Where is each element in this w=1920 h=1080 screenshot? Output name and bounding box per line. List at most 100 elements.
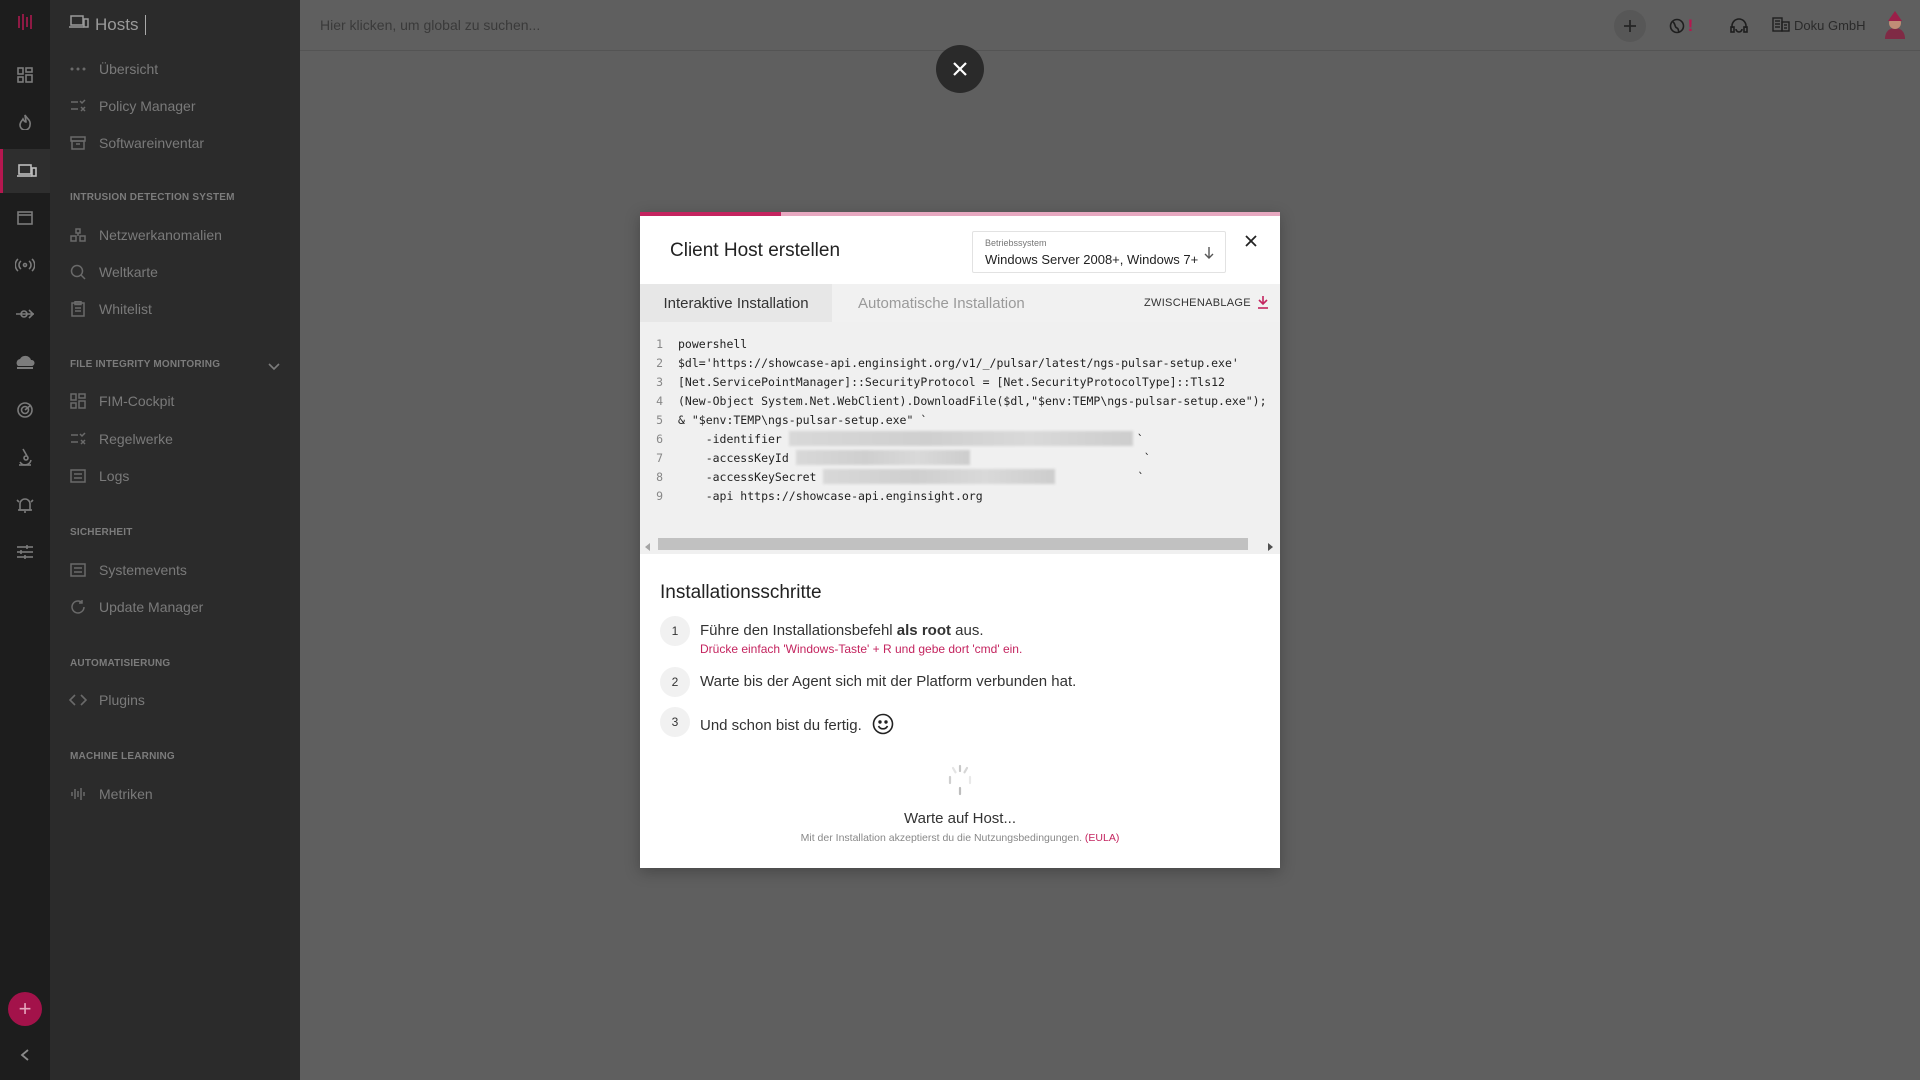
copy-to-clipboard-button[interactable]: ZWISCHENABLAGE	[1144, 284, 1269, 322]
icon-rail: +	[0, 0, 50, 1080]
log-icon	[69, 561, 87, 579]
install-command-code[interactable]: 1 powershell 2 $dl='https://showcase-api.e…	[640, 322, 1280, 554]
radar-icon[interactable]	[0, 388, 50, 432]
add-fab-button[interactable]: +	[8, 992, 42, 1026]
code-line: 6 -identifier `	[656, 431, 1144, 446]
sidebar-item-softwareinventar[interactable]: Softwareinventar	[69, 131, 204, 155]
sidebar-item-label: Whitelist	[99, 301, 152, 317]
overlay-close-button[interactable]	[936, 45, 984, 93]
clipboard-label: ZWISCHENABLAGE	[1144, 297, 1251, 309]
sidebar: Hosts Übersicht Policy Manager Softwarei…	[50, 0, 300, 1080]
dashboard-icon[interactable]	[0, 53, 50, 97]
globe-search-icon	[69, 263, 87, 281]
scrollbar-thumb[interactable]	[658, 538, 1248, 550]
steps-title: Installationsschritte	[660, 582, 822, 603]
sidebar-item-whitelist[interactable]: Whitelist	[69, 297, 152, 321]
client-host-modal: Client Host erstellen Betriebssystem Win…	[640, 212, 1280, 868]
scroll-right-icon[interactable]	[1268, 538, 1278, 551]
network-icon	[69, 226, 87, 244]
collapse-sidebar-icon[interactable]	[0, 1040, 50, 1070]
code-line: 1 powershell	[656, 336, 748, 351]
cloud-shield-icon[interactable]	[0, 340, 50, 384]
dots-icon	[69, 60, 87, 78]
section-title-sicherheit: SICHERHEIT	[70, 527, 133, 538]
sidebar-item-weltkarte[interactable]: Weltkarte	[69, 260, 158, 284]
code-line: 7 -accessKeyId `	[656, 450, 1151, 465]
modal-title: Client Host erstellen	[670, 240, 841, 261]
sidebar-item-label: Systemevents	[99, 562, 187, 578]
sidebar-item-label: Netzwerkanomalien	[99, 227, 222, 243]
sidebar-item-update-manager[interactable]: Update Manager	[69, 595, 203, 619]
section-title-machine-learning: MACHINE LEARNING	[70, 751, 175, 762]
sidebar-item-regelwerke[interactable]: Regelwerke	[69, 427, 173, 451]
support-headset-icon[interactable]	[1727, 14, 1751, 38]
sidebar-item-netzwerkanomalien[interactable]: Netzwerkanomalien	[69, 223, 222, 247]
sidebar-item-logs[interactable]: Logs	[69, 464, 129, 488]
global-search-input[interactable]: Hier klicken, um global zu suchen...	[320, 17, 540, 33]
alarm-bell-icon[interactable]	[0, 483, 50, 527]
sidebar-item-fim-cockpit[interactable]: FIM-Cockpit	[69, 389, 174, 413]
code-line: 9 -api https://showcase-api.enginsight.o…	[656, 488, 983, 503]
section-title-fim: FILE INTEGRITY MONITORING	[70, 359, 221, 370]
step-text: Führe den Installationsbefehl als root a…	[700, 622, 984, 639]
organization-name: Doku GmbH	[1794, 18, 1866, 33]
pipeline-icon[interactable]	[0, 292, 50, 336]
tab-interactive-install[interactable]: Interaktive Installation	[640, 284, 832, 322]
add-button[interactable]	[1614, 10, 1646, 42]
sidebar-item-label: Übersicht	[99, 61, 159, 77]
inventory-icon	[69, 134, 87, 152]
step-number: 3	[660, 707, 690, 737]
sidebar-item-metriken[interactable]: Metriken	[69, 782, 153, 806]
code-horizontal-scrollbar[interactable]	[640, 535, 1280, 551]
checklist-icon	[69, 430, 87, 448]
sidebar-item-label: Logs	[99, 468, 130, 484]
sidebar-item-label: Update Manager	[99, 599, 204, 615]
globe-alert-icon[interactable]: !	[1664, 14, 1698, 38]
sidebar-title: Hosts	[69, 14, 147, 35]
wizard-progress-bar	[640, 212, 1280, 216]
app-logo-icon[interactable]	[0, 0, 50, 44]
sidebar-item-plugins[interactable]: Plugins	[69, 688, 145, 712]
install-tabs: Interaktive Installation Automatische In…	[640, 284, 1280, 322]
section-title-ids: INTRUSION DETECTION SYSTEM	[70, 192, 235, 203]
browser-window-icon[interactable]	[0, 196, 50, 240]
sidebar-item-label: FIM-Cockpit	[99, 393, 175, 409]
sidebar-item-label: Softwareinventar	[99, 135, 205, 151]
step-number: 1	[660, 616, 690, 646]
sidebar-item-systemevents[interactable]: Systemevents	[69, 558, 187, 582]
section-title-automatisierung: AUTOMATISIERUNG	[70, 658, 171, 669]
microscope-icon[interactable]	[0, 435, 50, 479]
building-icon	[1772, 16, 1790, 35]
install-step-3: 3 Und schon bist du fertig.	[660, 707, 894, 739]
broadcast-icon[interactable]	[0, 243, 50, 287]
chevron-down-icon[interactable]	[268, 358, 280, 371]
organization-switcher[interactable]: Doku GmbH	[1772, 16, 1866, 35]
refresh-icon	[69, 598, 87, 616]
smiley-icon	[872, 713, 894, 739]
avatar[interactable]	[1880, 11, 1910, 41]
redacted-identifier	[788, 431, 1133, 446]
tab-automatic-install[interactable]: Automatische Installation	[858, 284, 1025, 322]
redacted-access-key-id	[795, 450, 970, 465]
scroll-left-icon[interactable]	[645, 538, 655, 551]
step-number: 2	[660, 667, 690, 697]
sliders-icon[interactable]	[0, 530, 50, 574]
sidebar-item-label: Metriken	[99, 786, 153, 802]
sidebar-item-label: Policy Manager	[99, 98, 196, 114]
clipboard-icon	[69, 300, 87, 318]
arrow-down-icon	[1203, 246, 1215, 260]
os-select[interactable]: Betriebssystem Windows Server 2008+, Win…	[972, 231, 1226, 273]
sidebar-item-policy-manager[interactable]: Policy Manager	[69, 94, 196, 118]
sidebar-item-uebersicht[interactable]: Übersicht	[69, 57, 158, 81]
step-text: Warte bis der Agent sich mit der Platfor…	[700, 673, 1077, 690]
alert-mark: !	[1687, 16, 1694, 35]
loading-spinner-icon	[944, 764, 976, 796]
code-line: 8 -accessKeySecret `	[656, 469, 1145, 484]
waveform-icon	[69, 785, 87, 803]
hosts-nav-icon[interactable]	[0, 149, 50, 193]
fire-icon[interactable]	[0, 100, 50, 144]
code-line: 2 $dl='https://showcase-api.enginsight.or…	[656, 355, 1239, 370]
eula-link[interactable]: (EULA)	[1085, 832, 1119, 844]
sidebar-title-text: Hosts	[95, 14, 139, 34]
modal-close-button[interactable]	[1240, 230, 1262, 252]
